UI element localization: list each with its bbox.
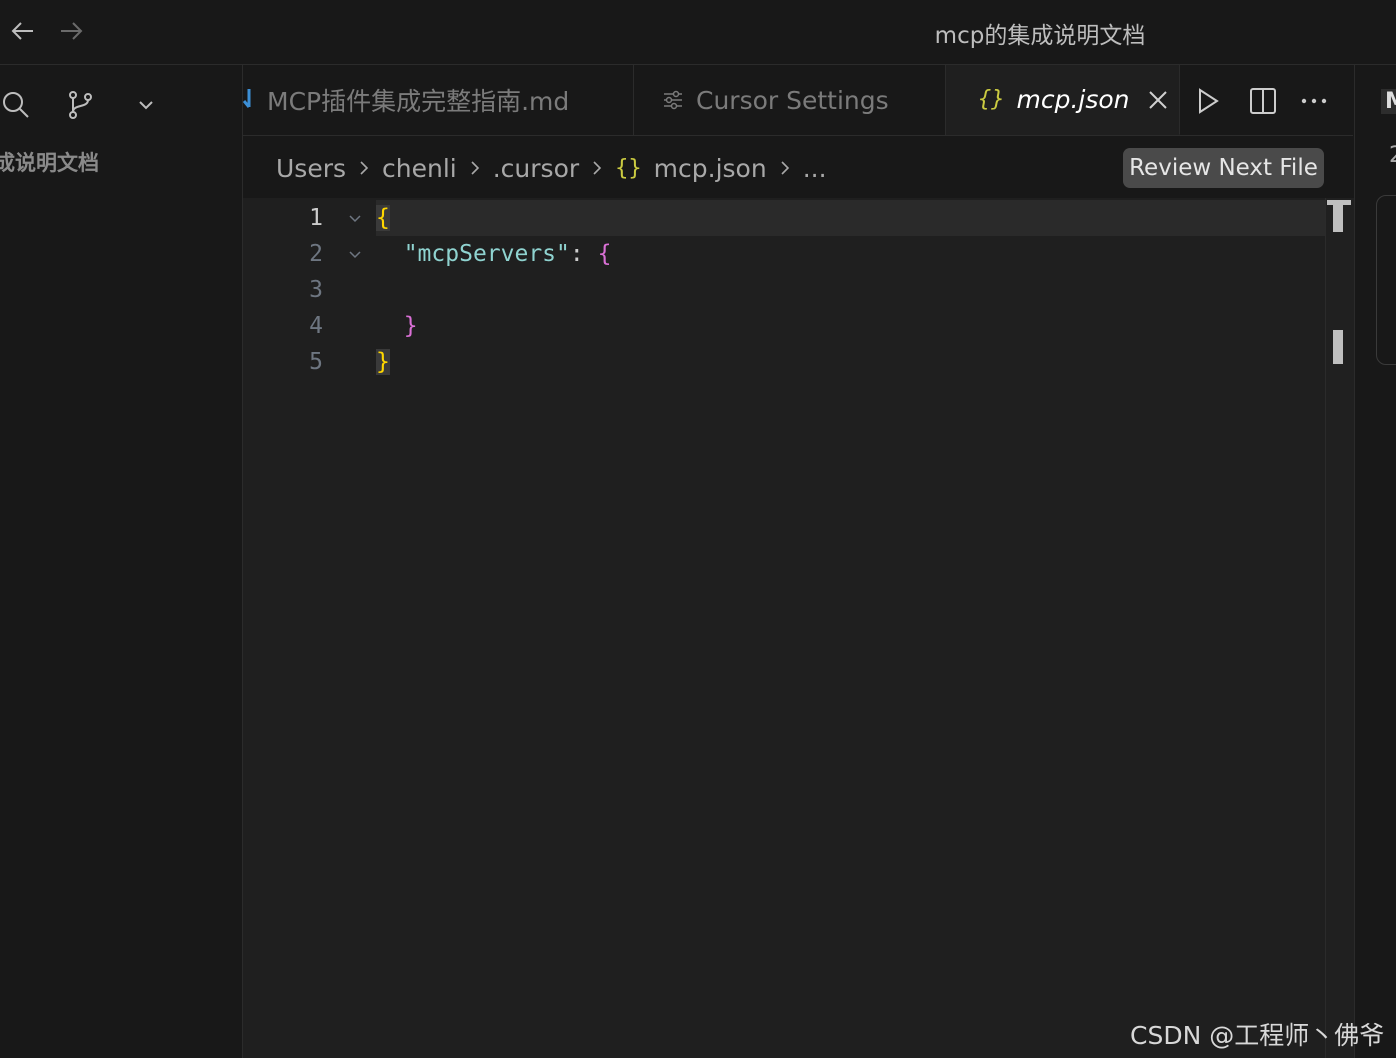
search-icon[interactable]: [0, 85, 36, 125]
tab-label: mcp.json: [1016, 85, 1130, 114]
code-line-4: }: [376, 308, 418, 344]
panel-card[interactable]: [1376, 195, 1396, 365]
watermark: CSDN @工程师丶佛爷: [1130, 1021, 1385, 1050]
tab-label: Cursor Settings: [696, 85, 889, 115]
markdown-icon: [243, 87, 255, 113]
forward-arrow-icon[interactable]: [54, 14, 88, 48]
brace-token: {: [597, 241, 612, 267]
breadcrumb-item-users[interactable]: Users: [276, 154, 346, 183]
overview-ruler-marker: [1333, 330, 1343, 364]
source-control-icon[interactable]: [60, 85, 100, 125]
tab-mcp-json[interactable]: {} mcp.json: [946, 65, 1180, 135]
chevron-right-icon: [779, 160, 791, 176]
chevron-down-icon[interactable]: [126, 85, 166, 125]
tab-markdown-guide[interactable]: MCP插件集成完整指南.md: [243, 65, 634, 135]
code-line-5: }: [376, 344, 390, 380]
panel-fragment: 2: [1389, 143, 1396, 168]
json-file-icon: {}: [978, 87, 1005, 112]
tab-cursor-settings[interactable]: Cursor Settings: [634, 65, 946, 135]
line-number: 1: [309, 205, 323, 231]
split-editor-icon[interactable]: [1245, 83, 1281, 119]
breadcrumb: Users chenli .cursor {} mcp.json ...: [276, 148, 827, 188]
brace-token: }: [403, 313, 418, 339]
line-number: 5: [309, 349, 323, 375]
chevron-right-icon: [469, 160, 481, 176]
breadcrumb-item-symbols[interactable]: ...: [803, 154, 827, 183]
code-line-1: {: [376, 200, 390, 236]
run-icon[interactable]: [1190, 83, 1226, 119]
chevron-right-icon: [358, 160, 370, 176]
back-arrow-icon[interactable]: [6, 14, 40, 48]
line-number: 2: [309, 241, 323, 267]
review-next-file-button[interactable]: Review Next File: [1123, 148, 1324, 188]
panel-fragment[interactable]: M: [1381, 89, 1396, 114]
json-file-icon: {}: [615, 155, 642, 181]
code-line-2: "mcpServers": {: [376, 236, 612, 272]
more-actions-icon[interactable]: [1296, 83, 1332, 119]
sidebar-folder-label[interactable]: 成说明文档: [0, 147, 99, 177]
fold-chevron-icon[interactable]: [347, 210, 363, 226]
tab-label: MCP插件集成完整指南.md: [267, 87, 570, 116]
fold-chevron-icon[interactable]: [347, 246, 363, 262]
brace-token: {: [376, 205, 390, 231]
chevron-right-icon: [591, 160, 603, 176]
settings-sliders-icon: [662, 89, 684, 111]
breadcrumb-item-mcp-json[interactable]: mcp.json: [654, 154, 767, 183]
breadcrumb-item-chenli[interactable]: chenli: [382, 154, 457, 183]
window-title: mcp的集成说明文档: [934, 23, 1146, 49]
close-icon[interactable]: [1148, 90, 1168, 110]
code-editor[interactable]: 1 2 3 4 5 { "mcpServers": { } }: [243, 198, 1353, 1058]
string-token: "mcpServers": [403, 241, 570, 267]
current-line-highlight: [376, 200, 1326, 236]
breadcrumb-item-cursor[interactable]: .cursor: [493, 154, 579, 183]
brace-token: }: [376, 349, 390, 375]
overview-ruler-marker: [1333, 200, 1343, 232]
vertical-scrollbar[interactable]: [1325, 198, 1354, 1058]
sidebar: 成说明文档: [0, 65, 243, 1058]
line-number: 3: [309, 277, 323, 303]
tab-bar: MCP插件集成完整指南.md Cursor Settings {} mcp.js…: [243, 65, 1353, 136]
line-number: 4: [309, 313, 323, 339]
colon-token: :: [569, 241, 598, 267]
title-bar: mcp的集成说明文档: [0, 0, 1396, 65]
